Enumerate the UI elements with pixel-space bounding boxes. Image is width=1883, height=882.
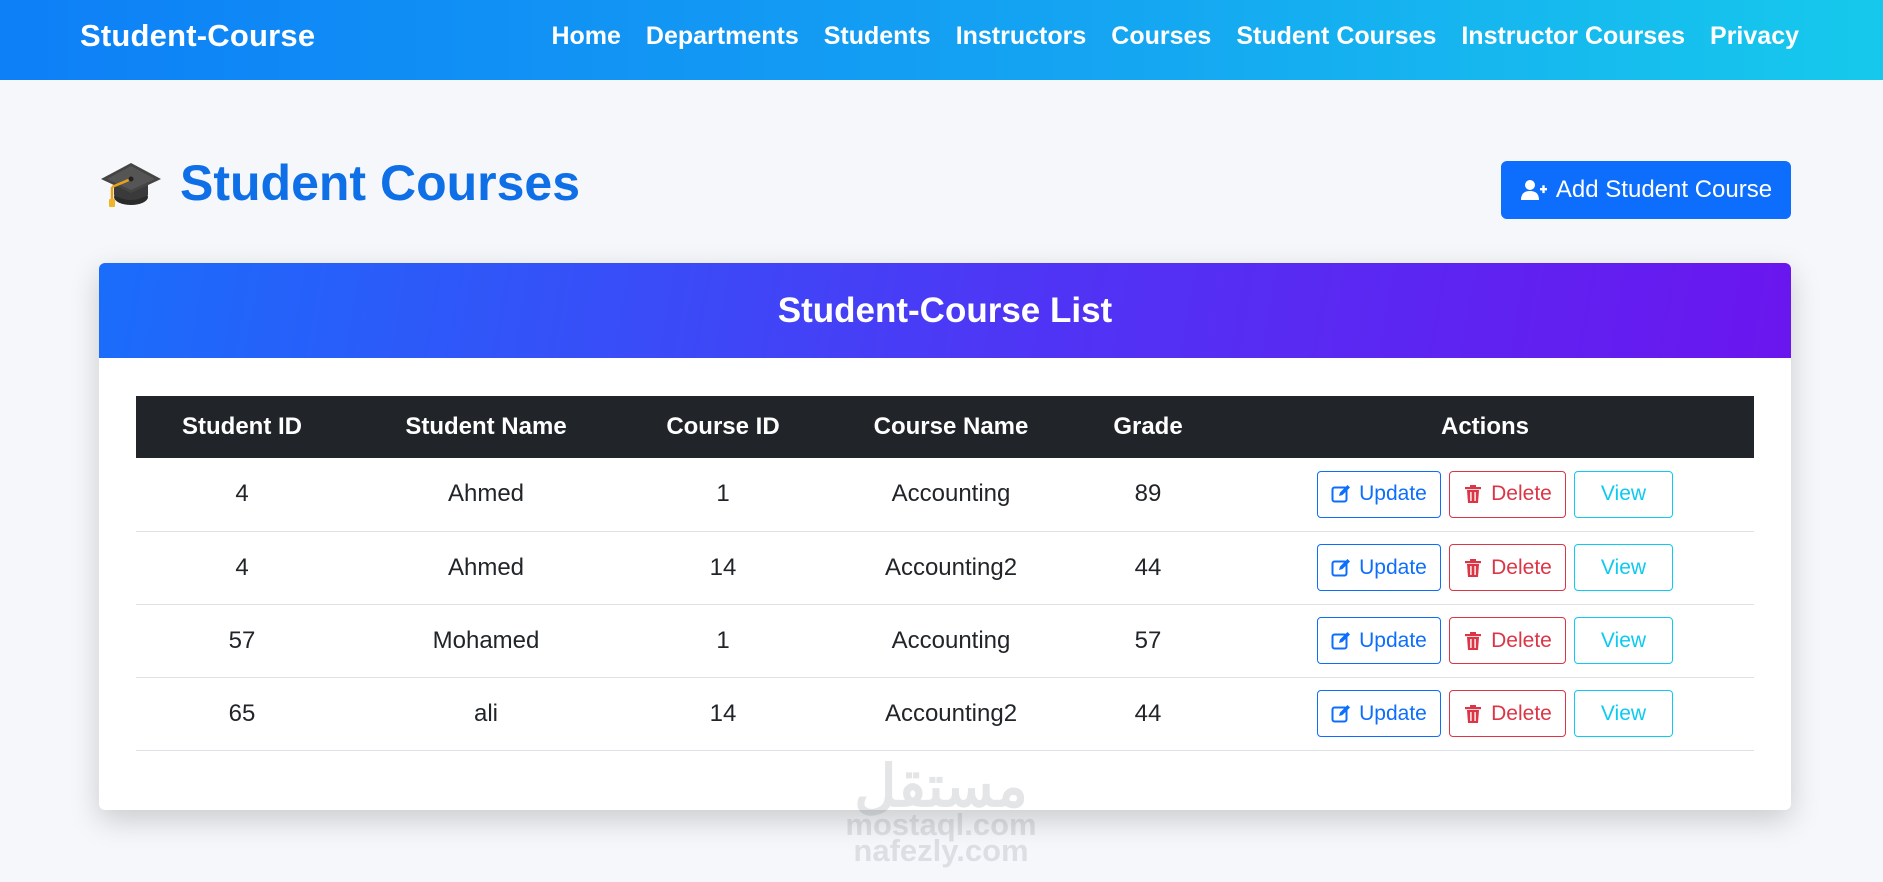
col-student-id: Student ID bbox=[182, 413, 302, 440]
update-button[interactable]: Update bbox=[1317, 690, 1441, 737]
delete-label: Delete bbox=[1491, 701, 1552, 725]
trash-icon bbox=[1465, 631, 1482, 650]
col-course-name: Course Name bbox=[873, 413, 1029, 440]
cell-student-name: Ahmed bbox=[348, 531, 624, 605]
row-actions: Update Delete View bbox=[1216, 617, 1754, 664]
view-label: View bbox=[1600, 555, 1647, 579]
cell-actions: Update Delete View bbox=[1216, 458, 1754, 532]
edit-icon bbox=[1331, 704, 1351, 722]
cell-student-id: 57 bbox=[136, 604, 348, 678]
student-course-card: Student-Course List Student ID Student N… bbox=[99, 263, 1791, 810]
table-row: 4 Ahmed 1 Accounting 89 Update Delete Vi… bbox=[136, 458, 1754, 532]
cell-course-name: Accounting bbox=[822, 604, 1080, 678]
cell-course-id: 1 bbox=[624, 458, 822, 532]
col-student-name: Student Name bbox=[405, 413, 567, 440]
cell-actions: Update Delete View bbox=[1216, 604, 1754, 678]
edit-icon bbox=[1331, 558, 1351, 576]
page-title: Student Courses bbox=[180, 155, 581, 211]
cell-course-name: Accounting bbox=[822, 458, 1080, 532]
cell-course-id: 14 bbox=[624, 531, 822, 605]
view-button[interactable]: View bbox=[1574, 470, 1673, 518]
card-title: Student-Course List bbox=[777, 290, 1113, 330]
trash-icon bbox=[1465, 704, 1482, 723]
watermark: مستقل mostaql.com nafezly.com bbox=[826, 754, 1056, 877]
delete-button[interactable]: Delete bbox=[1449, 470, 1566, 518]
cell-actions: Update Delete View bbox=[1216, 677, 1754, 751]
cell-student-name: ali bbox=[348, 677, 624, 751]
update-label: Update bbox=[1359, 628, 1427, 652]
delete-label: Delete bbox=[1491, 628, 1552, 652]
nav-home[interactable]: Home bbox=[551, 22, 620, 51]
cell-student-id: 65 bbox=[136, 677, 348, 751]
view-button[interactable]: View bbox=[1574, 617, 1673, 664]
nav-courses[interactable]: Courses bbox=[1111, 22, 1211, 51]
table-row: 57 Mohamed 1 Accounting 57 Update Delete… bbox=[136, 604, 1754, 678]
row-actions: Update Delete View bbox=[1216, 544, 1754, 591]
nav-departments[interactable]: Departments bbox=[646, 22, 799, 51]
student-course-table: Student ID Student Name Course ID Course… bbox=[136, 396, 1754, 751]
user-plus-icon bbox=[1520, 180, 1547, 200]
nav-links: Home Departments Students Instructors Co… bbox=[551, 22, 1799, 51]
edit-icon bbox=[1331, 485, 1351, 503]
nav-instructor-courses[interactable]: Instructor Courses bbox=[1461, 22, 1685, 51]
col-course-id: Course ID bbox=[666, 413, 780, 440]
cell-actions: Update Delete View bbox=[1216, 531, 1754, 605]
update-button[interactable]: Update bbox=[1317, 617, 1441, 664]
graduation-cap-icon bbox=[101, 163, 161, 207]
table-row: 65 ali 14 Accounting2 44 Update Delete V… bbox=[136, 677, 1754, 751]
delete-label: Delete bbox=[1491, 555, 1552, 579]
watermark-line-2: nafezly.com bbox=[853, 833, 1029, 868]
update-button[interactable]: Update bbox=[1317, 470, 1441, 518]
view-label: View bbox=[1600, 701, 1647, 725]
nav-privacy[interactable]: Privacy bbox=[1710, 22, 1799, 51]
delete-button[interactable]: Delete bbox=[1449, 690, 1566, 737]
view-button[interactable]: View bbox=[1574, 690, 1673, 737]
col-grade: Grade bbox=[1113, 413, 1183, 440]
update-button[interactable]: Update bbox=[1317, 544, 1441, 591]
card-header: Student-Course List bbox=[99, 263, 1791, 358]
delete-button[interactable]: Delete bbox=[1449, 544, 1566, 591]
cell-student-name: Mohamed bbox=[348, 604, 624, 678]
brand-link[interactable]: Student-Course bbox=[80, 18, 315, 54]
cell-grade: 57 bbox=[1080, 604, 1216, 678]
delete-label: Delete bbox=[1491, 482, 1552, 506]
cell-student-id: 4 bbox=[136, 531, 348, 605]
cell-student-id: 4 bbox=[136, 458, 348, 532]
cell-grade: 89 bbox=[1080, 458, 1216, 532]
page-header: Student Courses bbox=[100, 154, 580, 212]
row-actions: Update Delete View bbox=[1216, 470, 1754, 518]
table-row: 4 Ahmed 14 Accounting2 44 Update Delete … bbox=[136, 531, 1754, 605]
cell-student-name: Ahmed bbox=[348, 458, 624, 532]
top-navbar: Student-Course Home Departments Students… bbox=[0, 0, 1883, 80]
update-label: Update bbox=[1359, 555, 1427, 579]
col-actions: Actions bbox=[1440, 413, 1529, 440]
view-label: View bbox=[1600, 628, 1647, 652]
nav-instructors[interactable]: Instructors bbox=[956, 22, 1087, 51]
view-button[interactable]: View bbox=[1574, 544, 1673, 591]
cell-course-name: Accounting2 bbox=[822, 677, 1080, 751]
update-label: Update bbox=[1359, 701, 1427, 725]
trash-icon bbox=[1465, 485, 1482, 504]
cell-grade: 44 bbox=[1080, 677, 1216, 751]
watermark-logo: مستقل bbox=[854, 754, 1028, 819]
table-header-row: Student ID Student Name Course ID Course… bbox=[136, 396, 1754, 458]
trash-icon bbox=[1465, 558, 1482, 577]
view-label: View bbox=[1600, 482, 1647, 506]
cell-course-id: 14 bbox=[624, 677, 822, 751]
update-label: Update bbox=[1359, 482, 1427, 506]
cell-grade: 44 bbox=[1080, 531, 1216, 605]
cell-course-id: 1 bbox=[624, 604, 822, 678]
add-student-course-button[interactable]: Add Student Course bbox=[1501, 161, 1791, 219]
delete-button[interactable]: Delete bbox=[1449, 617, 1566, 664]
add-student-course-label: Add Student Course bbox=[1555, 176, 1773, 203]
nav-student-courses[interactable]: Student Courses bbox=[1236, 22, 1436, 51]
edit-icon bbox=[1331, 631, 1351, 649]
row-actions: Update Delete View bbox=[1216, 690, 1754, 737]
nav-students[interactable]: Students bbox=[824, 22, 931, 51]
cell-course-name: Accounting2 bbox=[822, 531, 1080, 605]
